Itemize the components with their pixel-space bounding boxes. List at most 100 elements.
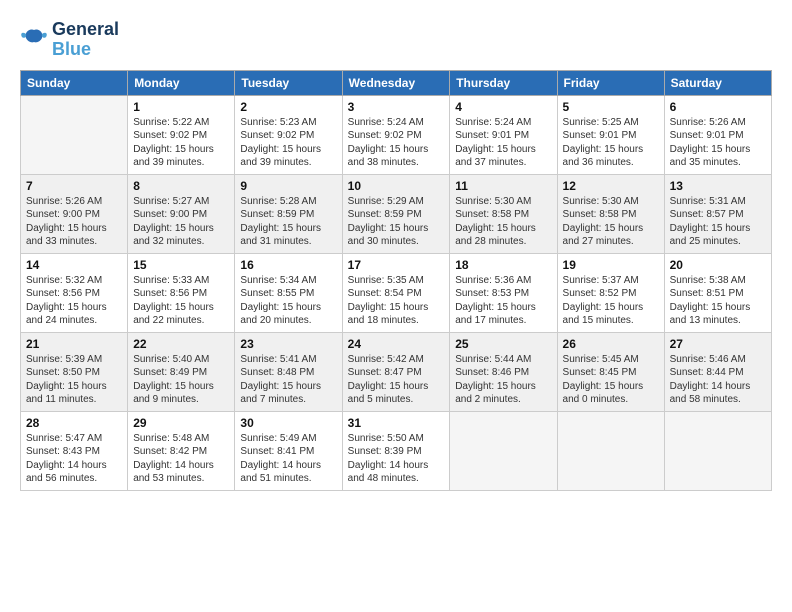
calendar-cell: 30Sunrise: 5:49 AM Sunset: 8:41 PM Dayli…	[235, 411, 342, 490]
day-info: Sunrise: 5:31 AM Sunset: 8:57 PM Dayligh…	[670, 195, 766, 249]
calendar-cell	[450, 411, 557, 490]
calendar-cell: 22 Sunrise: 5:40 AM Sunset: 8:49 PM Dayli…	[128, 332, 235, 411]
day-info: Sunrise: 5:28 AM Sunset: 8:59 PM Dayligh…	[240, 195, 336, 249]
day-number: 12	[563, 179, 659, 193]
day-number: 24	[348, 337, 445, 351]
calendar-week-row: 7 Sunrise: 5:26 AM Sunset: 9:00 PM Daylig…	[21, 174, 772, 253]
day-number: 20	[670, 258, 766, 272]
day-number: 22	[133, 337, 229, 351]
day-info: Sunrise: 5:30 AM Sunset: 8:58 PM Dayligh…	[455, 195, 551, 249]
day-info: Sunrise: 5:42 AM Sunset: 8:47 PM Dayligh…	[348, 353, 445, 407]
calendar-cell: 26 Sunrise: 5:45 AM Sunset: 8:45 PM Dayli…	[557, 332, 664, 411]
day-number: 21	[26, 337, 122, 351]
calendar-week-row: 14Sunrise: 5:32 AM Sunset: 8:56 PM Dayli…	[21, 253, 772, 332]
day-info: Sunrise: 5:39 AM Sunset: 8:50 PM Dayligh…	[26, 353, 122, 407]
calendar-week-row: 1 Sunrise: 5:22 AM Sunset: 9:02 PM Daylig…	[21, 95, 772, 174]
day-number: 4	[455, 100, 551, 114]
day-info: Sunrise: 5:22 AM Sunset: 9:02 PM Dayligh…	[133, 116, 229, 170]
day-info: Sunrise: 5:40 AM Sunset: 8:49 PM Dayligh…	[133, 353, 229, 407]
day-number: 1	[133, 100, 229, 114]
calendar-cell: 8Sunrise: 5:27 AM Sunset: 9:00 PM Daylig…	[128, 174, 235, 253]
day-number: 14	[26, 258, 122, 272]
day-number: 15	[133, 258, 229, 272]
calendar-cell: 31 Sunrise: 5:50 AM Sunset: 8:39 PM Dayli…	[342, 411, 450, 490]
calendar-cell: 17 Sunrise: 5:35 AM Sunset: 8:54 PM Dayli…	[342, 253, 450, 332]
calendar-cell: 18Sunrise: 5:36 AM Sunset: 8:53 PM Dayli…	[450, 253, 557, 332]
calendar-table: SundayMondayTuesdayWednesdayThursdayFrid…	[20, 70, 772, 491]
day-number: 23	[240, 337, 336, 351]
calendar-cell: 4Sunrise: 5:24 AM Sunset: 9:01 PM Daylig…	[450, 95, 557, 174]
calendar-cell: 15Sunrise: 5:33 AM Sunset: 8:56 PM Dayli…	[128, 253, 235, 332]
day-info: Sunrise: 5:48 AM Sunset: 8:42 PM Dayligh…	[133, 432, 229, 486]
day-info: Sunrise: 5:34 AM Sunset: 8:55 PM Dayligh…	[240, 274, 336, 328]
day-info: Sunrise: 5:25 AM Sunset: 9:01 PM Dayligh…	[563, 116, 659, 170]
column-header-monday: Monday	[128, 70, 235, 95]
day-info: Sunrise: 5:41 AM Sunset: 8:48 PM Dayligh…	[240, 353, 336, 407]
calendar-cell: 29 Sunrise: 5:48 AM Sunset: 8:42 PM Dayli…	[128, 411, 235, 490]
day-number: 10	[348, 179, 445, 193]
calendar-cell: 3 Sunrise: 5:24 AM Sunset: 9:02 PM Daylig…	[342, 95, 450, 174]
calendar-cell: 14Sunrise: 5:32 AM Sunset: 8:56 PM Dayli…	[21, 253, 128, 332]
day-number: 11	[455, 179, 551, 193]
calendar-cell: 9 Sunrise: 5:28 AM Sunset: 8:59 PM Daylig…	[235, 174, 342, 253]
day-info: Sunrise: 5:27 AM Sunset: 9:00 PM Dayligh…	[133, 195, 229, 249]
calendar-cell: 11 Sunrise: 5:30 AM Sunset: 8:58 PM Dayli…	[450, 174, 557, 253]
column-header-friday: Friday	[557, 70, 664, 95]
calendar-cell: 7 Sunrise: 5:26 AM Sunset: 9:00 PM Daylig…	[21, 174, 128, 253]
column-header-saturday: Saturday	[664, 70, 771, 95]
calendar-cell: 25 Sunrise: 5:44 AM Sunset: 8:46 PM Dayli…	[450, 332, 557, 411]
calendar-cell	[557, 411, 664, 490]
day-number: 13	[670, 179, 766, 193]
column-header-tuesday: Tuesday	[235, 70, 342, 95]
column-header-sunday: Sunday	[21, 70, 128, 95]
day-info: Sunrise: 5:47 AM Sunset: 8:43 PM Dayligh…	[26, 432, 122, 486]
day-number: 2	[240, 100, 336, 114]
day-number: 26	[563, 337, 659, 351]
day-info: Sunrise: 5:29 AM Sunset: 8:59 PM Dayligh…	[348, 195, 445, 249]
column-header-thursday: Thursday	[450, 70, 557, 95]
calendar-cell: 2 Sunrise: 5:23 AM Sunset: 9:02 PM Daylig…	[235, 95, 342, 174]
calendar-cell: 12 Sunrise: 5:30 AM Sunset: 8:58 PM Dayli…	[557, 174, 664, 253]
day-number: 5	[563, 100, 659, 114]
calendar-cell: 19Sunrise: 5:37 AM Sunset: 8:52 PM Dayli…	[557, 253, 664, 332]
day-info: Sunrise: 5:26 AM Sunset: 9:01 PM Dayligh…	[670, 116, 766, 170]
calendar-cell: 5 Sunrise: 5:25 AM Sunset: 9:01 PM Daylig…	[557, 95, 664, 174]
day-info: Sunrise: 5:35 AM Sunset: 8:54 PM Dayligh…	[348, 274, 445, 328]
calendar-cell: 21 Sunrise: 5:39 AM Sunset: 8:50 PM Dayli…	[21, 332, 128, 411]
page: General Blue SundayMondayTuesdayWednesda…	[0, 0, 792, 501]
day-info: Sunrise: 5:30 AM Sunset: 8:58 PM Dayligh…	[563, 195, 659, 249]
day-info: Sunrise: 5:46 AM Sunset: 8:44 PM Dayligh…	[670, 353, 766, 407]
day-number: 27	[670, 337, 766, 351]
calendar-cell: 6Sunrise: 5:26 AM Sunset: 9:01 PM Daylig…	[664, 95, 771, 174]
day-number: 18	[455, 258, 551, 272]
day-number: 7	[26, 179, 122, 193]
calendar-cell	[21, 95, 128, 174]
day-number: 17	[348, 258, 445, 272]
header: General Blue	[20, 20, 772, 60]
day-number: 31	[348, 416, 445, 430]
calendar-week-row: 28 Sunrise: 5:47 AM Sunset: 8:43 PM Dayli…	[21, 411, 772, 490]
day-info: Sunrise: 5:50 AM Sunset: 8:39 PM Dayligh…	[348, 432, 445, 486]
day-number: 29	[133, 416, 229, 430]
day-info: Sunrise: 5:45 AM Sunset: 8:45 PM Dayligh…	[563, 353, 659, 407]
day-number: 28	[26, 416, 122, 430]
calendar-cell: 1 Sunrise: 5:22 AM Sunset: 9:02 PM Daylig…	[128, 95, 235, 174]
day-number: 9	[240, 179, 336, 193]
day-info: Sunrise: 5:38 AM Sunset: 8:51 PM Dayligh…	[670, 274, 766, 328]
day-number: 30	[240, 416, 336, 430]
day-number: 25	[455, 337, 551, 351]
calendar-cell: 23 Sunrise: 5:41 AM Sunset: 8:48 PM Dayli…	[235, 332, 342, 411]
day-info: Sunrise: 5:37 AM Sunset: 8:52 PM Dayligh…	[563, 274, 659, 328]
logo: General Blue	[20, 20, 119, 60]
day-number: 16	[240, 258, 336, 272]
calendar-cell: 20 Sunrise: 5:38 AM Sunset: 8:51 PM Dayli…	[664, 253, 771, 332]
calendar-cell: 24 Sunrise: 5:42 AM Sunset: 8:47 PM Dayli…	[342, 332, 450, 411]
day-info: Sunrise: 5:24 AM Sunset: 9:02 PM Dayligh…	[348, 116, 445, 170]
calendar-cell: 13 Sunrise: 5:31 AM Sunset: 8:57 PM Dayli…	[664, 174, 771, 253]
day-info: Sunrise: 5:26 AM Sunset: 9:00 PM Dayligh…	[26, 195, 122, 249]
day-info: Sunrise: 5:44 AM Sunset: 8:46 PM Dayligh…	[455, 353, 551, 407]
day-info: Sunrise: 5:23 AM Sunset: 9:02 PM Dayligh…	[240, 116, 336, 170]
day-number: 3	[348, 100, 445, 114]
calendar-week-row: 21 Sunrise: 5:39 AM Sunset: 8:50 PM Dayli…	[21, 332, 772, 411]
calendar-cell: 28 Sunrise: 5:47 AM Sunset: 8:43 PM Dayli…	[21, 411, 128, 490]
